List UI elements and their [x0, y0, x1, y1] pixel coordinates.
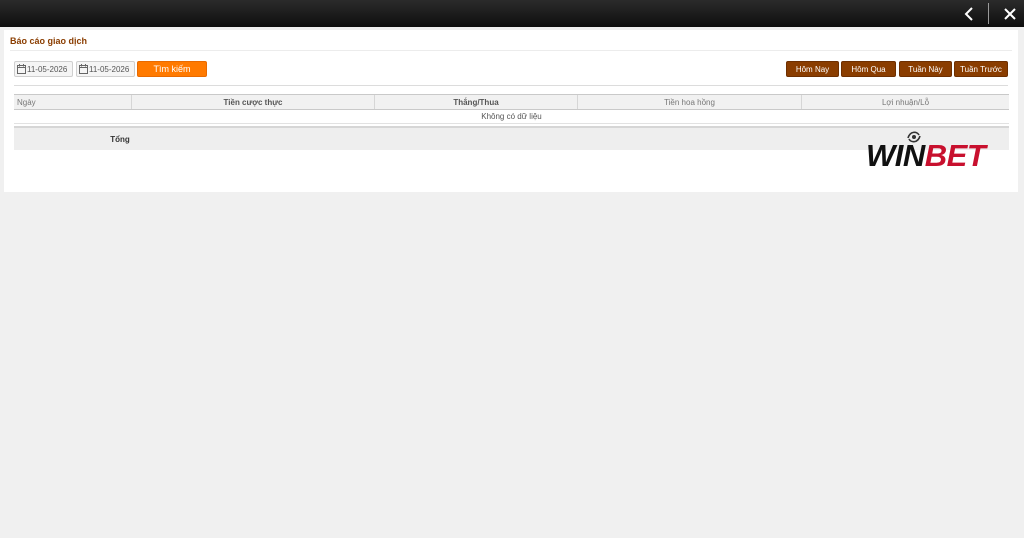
winbet-logo: WINBET	[866, 130, 1006, 174]
back-button[interactable]	[952, 0, 986, 27]
last-week-button[interactable]: Tuần Trước	[954, 61, 1008, 77]
title-divider	[10, 50, 1012, 51]
topbar-divider	[988, 3, 989, 24]
filter-divider	[14, 85, 1008, 86]
total-label: Tổng	[110, 134, 130, 144]
calendar-icon	[17, 64, 26, 74]
report-panel: Báo cáo giao dịch 11-05-2026 11-05-2026 …	[4, 30, 1018, 192]
report-table: Ngày Tiền cược thực Thắng/Thua Tiền hoa …	[14, 94, 1009, 150]
empty-message: Không có dữ liệu	[14, 110, 1009, 124]
page-title: Báo cáo giao dịch	[10, 36, 88, 46]
column-commission: Tiền hoa hồng	[578, 95, 802, 109]
top-bar	[0, 0, 1024, 27]
calendar-icon	[79, 64, 88, 74]
column-date: Ngày	[14, 95, 132, 109]
yesterday-button[interactable]: Hôm Qua	[841, 61, 896, 77]
today-button[interactable]: Hôm Nay	[786, 61, 839, 77]
date-from-value: 11-05-2026	[27, 64, 68, 74]
logo-text-win: WIN	[866, 138, 925, 173]
date-to-field[interactable]: 11-05-2026	[76, 61, 135, 77]
total-row: Tổng	[14, 126, 1009, 150]
close-button[interactable]	[993, 0, 1024, 27]
chevron-left-icon	[964, 6, 973, 21]
this-week-button[interactable]: Tuần Này	[899, 61, 952, 77]
table-header: Ngày Tiền cược thực Thắng/Thua Tiền hoa …	[14, 94, 1009, 110]
column-real-bet: Tiền cược thực	[132, 95, 375, 109]
date-to-value: 11-05-2026	[89, 64, 130, 74]
column-profit-loss: Lợi nhuận/Lỗ	[881, 97, 930, 107]
date-from-field[interactable]: 11-05-2026	[14, 61, 73, 77]
close-icon	[1004, 7, 1016, 20]
column-win-loss: Thắng/Thua	[375, 95, 578, 109]
logo-text-bet: BET	[924, 138, 986, 173]
search-button[interactable]: Tìm kiếm	[137, 61, 207, 77]
